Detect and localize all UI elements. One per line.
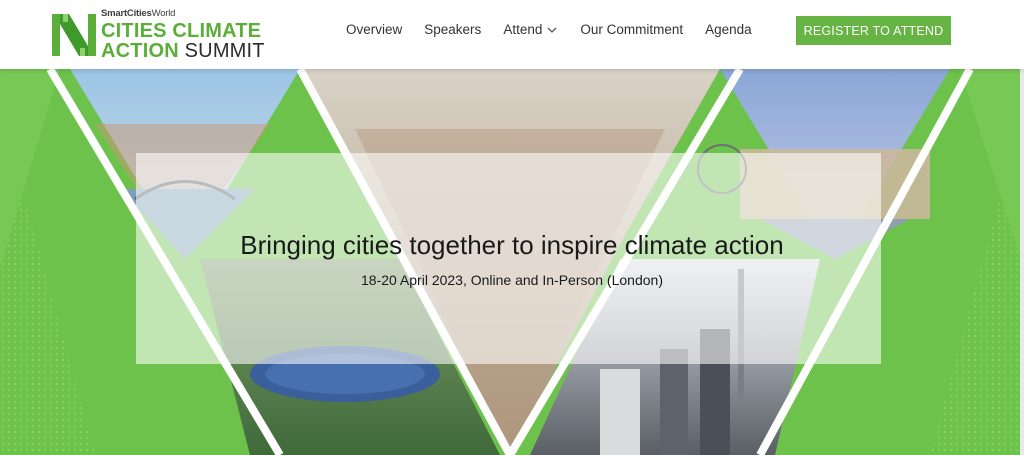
hero-banner bbox=[0, 69, 1024, 455]
nav-item-speakers[interactable]: Speakers bbox=[424, 22, 481, 37]
nav-item-overview[interactable]: Overview bbox=[346, 22, 402, 37]
page-scrollbar[interactable] bbox=[1020, 69, 1024, 455]
chevron-down-icon bbox=[547, 27, 557, 33]
nav-item-our-commitment[interactable]: Our Commitment bbox=[580, 22, 683, 37]
hero-title: Bringing cities together to inspire clim… bbox=[240, 230, 784, 260]
logo-title-line2: ACTION SUMMIT bbox=[101, 39, 265, 62]
logo-title-line1: CITIES CLIMATE bbox=[101, 19, 262, 42]
logo-brand-prefix: SmartCitiesWorld bbox=[101, 8, 176, 20]
logo-mark-icon bbox=[52, 12, 96, 58]
site-logo[interactable]: SmartCitiesWorld CITIES CLIMATE ACTION S… bbox=[52, 8, 265, 62]
register-button[interactable]: REGISTER TO ATTEND bbox=[796, 16, 951, 45]
main-nav: Overview Speakers Attend Our Commitment … bbox=[346, 22, 774, 37]
nav-item-attend[interactable]: Attend bbox=[503, 22, 558, 37]
hero-subtitle: 18-20 April 2023, Online and In-Person (… bbox=[361, 272, 663, 288]
site-header: SmartCitiesWorld CITIES CLIMATE ACTION S… bbox=[0, 0, 1024, 69]
nav-item-agenda[interactable]: Agenda bbox=[705, 22, 752, 37]
